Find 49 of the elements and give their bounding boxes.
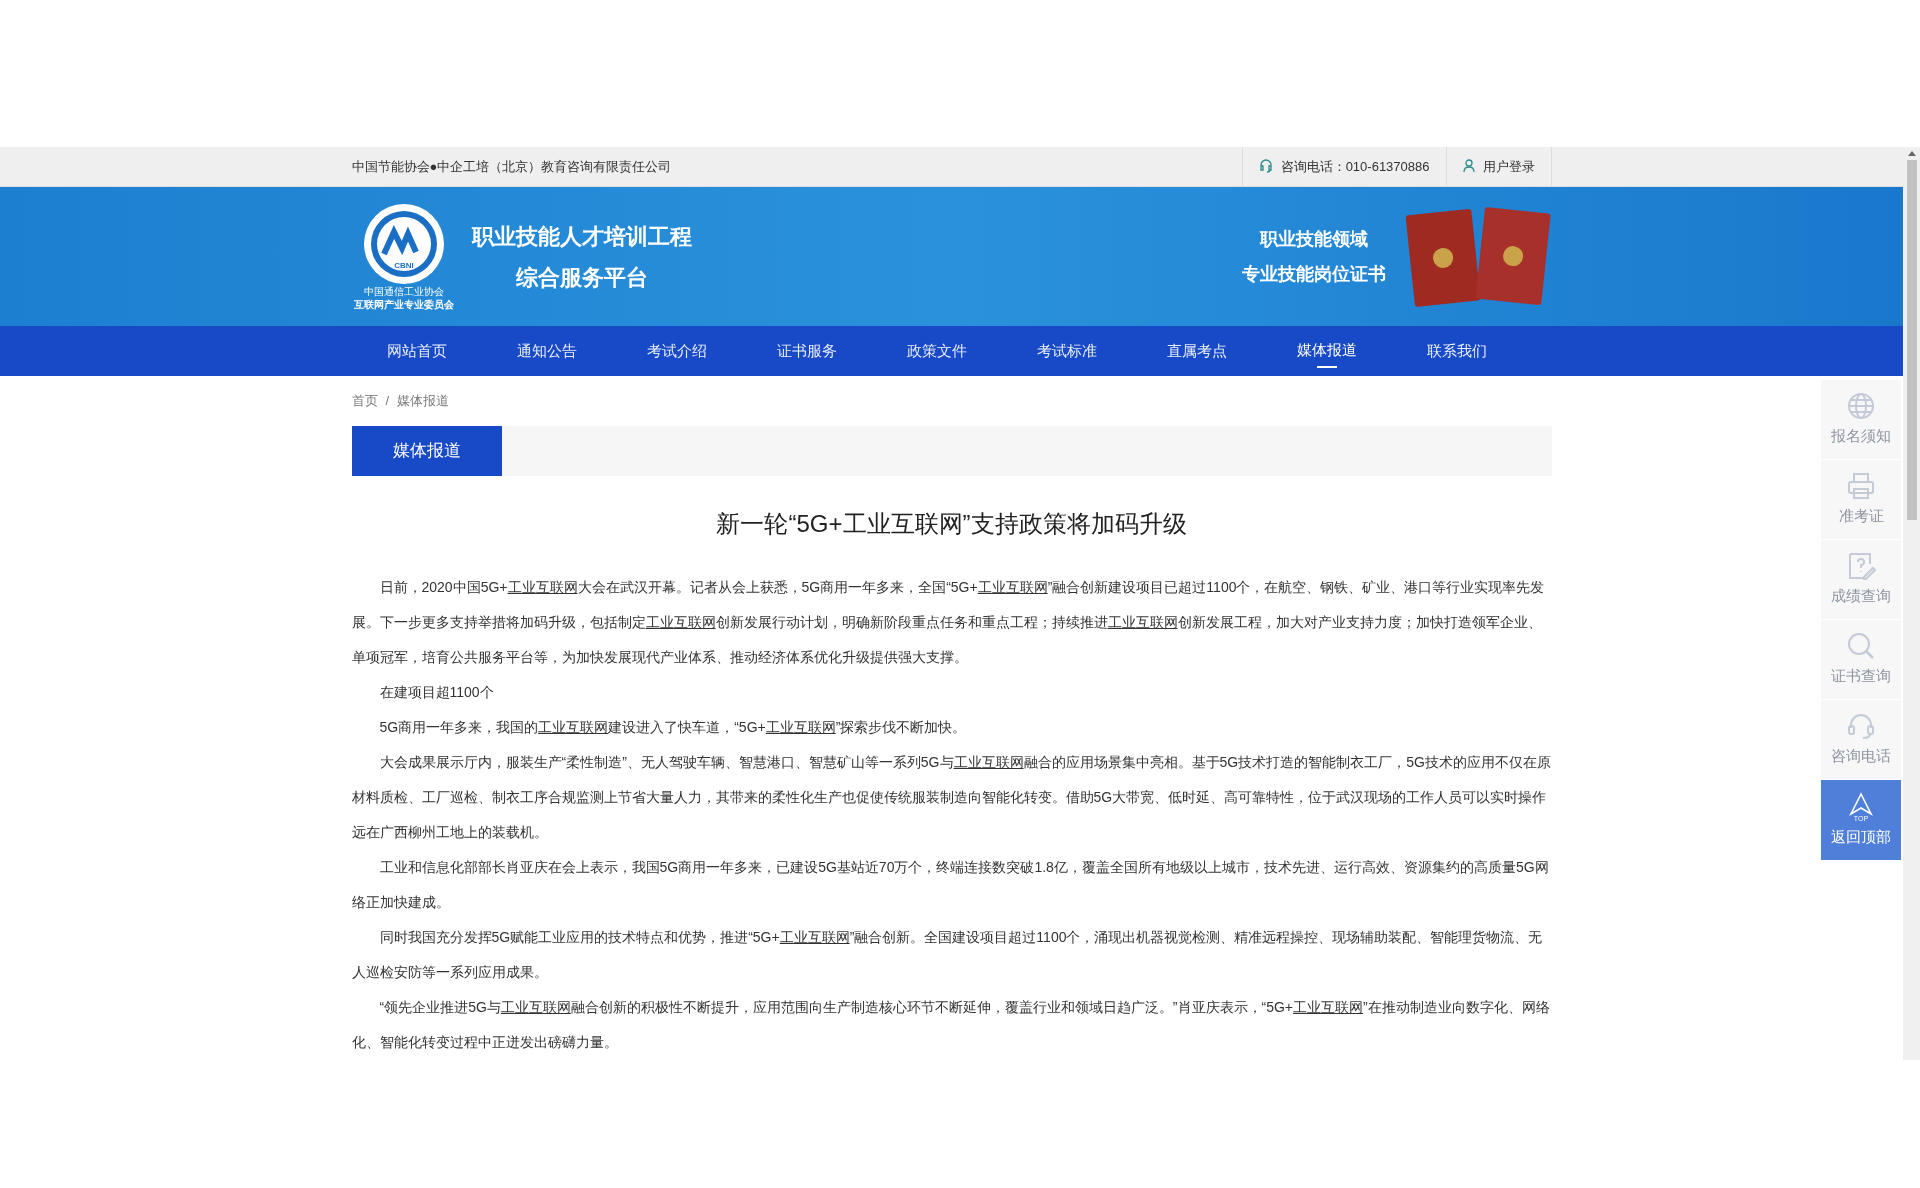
- nav-item[interactable]: 联系我们: [1391, 326, 1522, 376]
- inline-link[interactable]: 工业互联网: [500, 999, 571, 1015]
- article-paragraph: 工业和信息化部部长肖亚庆在会上表示，我国5G商用一年多来，已建设5G基站近70万个，终端连接数突破1.8亿，覆盖全国所有地级以上城市，技术先进、运行高效、资源集约的高质量5G网络正加快建成。: [351, 858, 1550, 912]
- logo-icon: CBNI: [361, 202, 446, 286]
- login-link[interactable]: 用户登录: [1445, 147, 1552, 186]
- banner-slogan: 专业技能岗位证书: [1241, 262, 1386, 286]
- headset-icon: [1846, 711, 1876, 742]
- nav-item[interactable]: 直属考点: [1131, 326, 1262, 376]
- inline-link[interactable]: 工业互联网: [645, 614, 716, 630]
- nav-item[interactable]: 考试标准: [1001, 326, 1132, 376]
- inline-link[interactable]: 工业互联网: [1293, 999, 1364, 1015]
- globe-icon: [1846, 391, 1876, 422]
- inline-link[interactable]: 工业互联网: [765, 719, 836, 735]
- inline-link[interactable]: 工业互联网: [953, 754, 1024, 770]
- article-paragraph: 同时我国充分发挥5G赋能工业应用的技术特点和优势，推进“5G+工业互联网”融合创新。全国建设项目超过1100个，涌现出机器视觉检测、精准远程操控、现场辅助装配、智能理货物流、无人巡检安防等一系列应用成果。: [351, 928, 1544, 982]
- banner-title: 综合服务平台: [515, 263, 648, 292]
- inline-link[interactable]: 工业互联网: [538, 719, 609, 735]
- banner-slogan: 职业技能领域: [1259, 227, 1368, 251]
- breadcrumb-separator: /: [385, 392, 390, 411]
- nav-item[interactable]: 媒体报道: [1261, 326, 1392, 376]
- article-paragraph: 日前，2020中国5G+工业互联网大会在武汉开幕。记者从会上获悉，5G商用一年多来，全国“5G+工业互联网”融合创新建设项目已超过1100个，在航空、钢铁、矿业、港口等行业实现率先发展。下一步更多支持举措将加码升级，包括制定工业互联网创新发展行动计划，明确新阶段重点任务和重点工程；持续推进工业互联网创新发展工程，加大对产业支持力度；加快打造领军企业、单项冠军，培育公共服务平台等，为加快发展现代产业体系、推动经济体系优化升级提供强大支撑。: [351, 578, 1546, 667]
- inline-link[interactable]: 工业互联网: [507, 579, 578, 595]
- inline-link[interactable]: 工业互联网: [1107, 614, 1178, 630]
- inline-link[interactable]: 工业互联网: [779, 929, 850, 945]
- article-paragraph: “领先企业推进5G与工业互联网融合创新的积极性不断提升，应用范围向生产制造核心环节不断延伸，覆盖行业和领域日趋广泛。”肖亚庆表示，“5G+工业互联网”在推动制造业向数字化、网络化、智能化转变过程中正迸发出磅礴力量。: [351, 998, 1551, 1052]
- headset-icon: [1258, 159, 1273, 174]
- nav-item[interactable]: 政策文件: [871, 326, 1002, 376]
- inline-link[interactable]: 工业互联网: [977, 579, 1048, 595]
- nav-item[interactable]: 通知公告: [481, 326, 612, 376]
- nav-item[interactable]: 网站首页: [351, 326, 482, 376]
- article-paragraph: 5G商用一年多来，我国的工业互联网建设进入了快车道，“5G+工业互联网”探索步伐不断加快。: [378, 718, 968, 737]
- question-note-icon: [1846, 551, 1876, 582]
- user-icon: [1462, 159, 1475, 174]
- printer-icon: [1846, 471, 1876, 502]
- logo-caption: 互联网产业专业委员会: [353, 298, 454, 311]
- breadcrumb-link[interactable]: 首页: [351, 391, 378, 411]
- article-title: 新一轮“5G+工业互联网”支持政策将加码升级: [715, 509, 1188, 539]
- breadcrumb-current: 媒体报道: [397, 392, 450, 411]
- scrollbar-thumb[interactable]: [1906, 160, 1917, 520]
- section-tab[interactable]: 媒体报道: [351, 426, 502, 476]
- banner-title: 职业技能人才培训工程: [471, 222, 692, 251]
- nav-item[interactable]: 证书服务: [741, 326, 872, 376]
- article-paragraph: 在建项目超1100个: [378, 683, 495, 702]
- logo-caption: 中国通信工业协会: [363, 286, 444, 299]
- nav-item[interactable]: 考试介绍: [611, 326, 742, 376]
- scroll-up-icon[interactable]: [1907, 151, 1916, 156]
- article-paragraph: 大会成果展示厅内，服装生产“柔性制造”、无人驾驶车辆、智慧港口、智慧矿山等一系列5G与工业互联网融合的应用场景集中亮相。基于5G技术打造的智能制衣工厂，5G技术的应用不仅在原材料质检、工厂巡检、制衣工序合规监测上节省大量人力，其带来的柔性化生产也促使传统服装制造向智能化转变。借助5G大带宽、低时延、高可靠特性，位于武汉现场的工作人员可以实时操作远在广西柳州工地上的装载机。: [351, 753, 1552, 842]
- phone-number: 咨询电话：010-61370886: [1280, 157, 1430, 176]
- organization-name: 中国节能协会●中企工培（北京）教育咨询有限责任公司: [351, 157, 672, 176]
